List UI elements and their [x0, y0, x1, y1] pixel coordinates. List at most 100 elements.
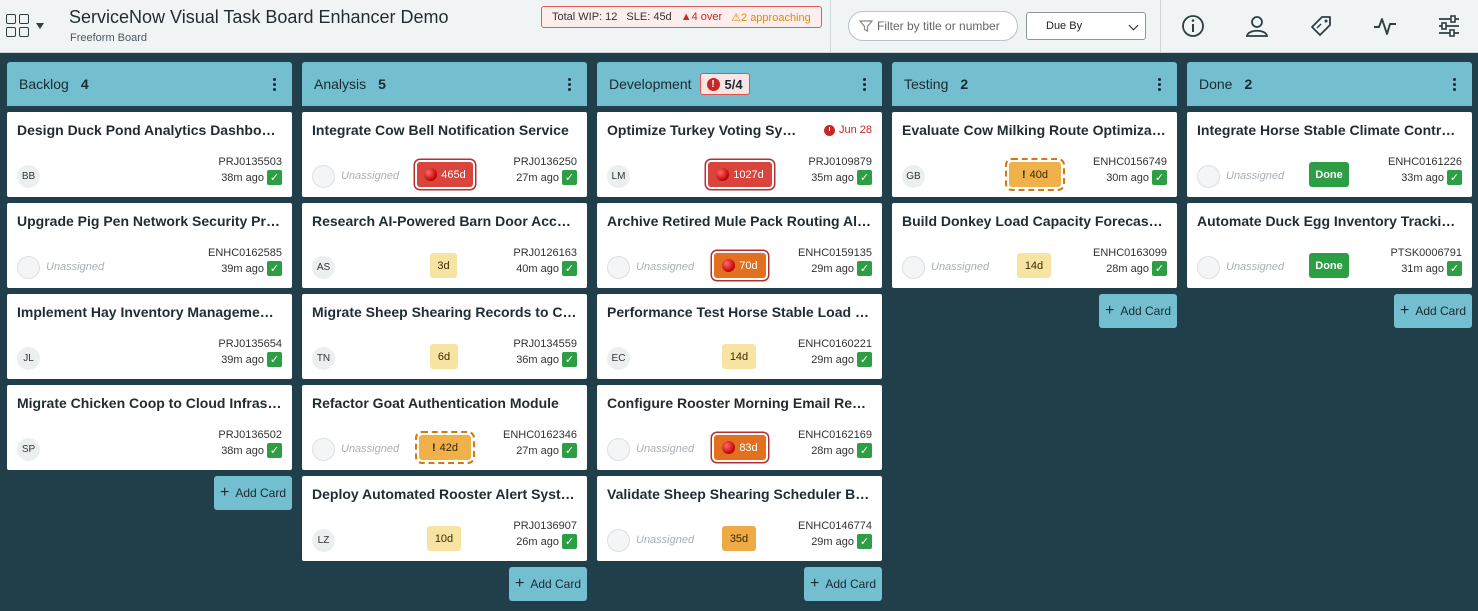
card-title: Research AI-Powered Barn Door Access Con… [312, 213, 577, 229]
card-age: 29m ago ✓ [811, 261, 872, 276]
column-title: Done [1199, 76, 1233, 92]
user-icon[interactable] [1244, 13, 1270, 39]
avatar[interactable]: GB [902, 165, 925, 188]
column-title: Backlog [19, 76, 69, 92]
add-card-button[interactable]: + Add Card [1099, 294, 1177, 328]
add-card-label: Add Card [1415, 304, 1467, 318]
card-age: 40m ago ✓ [516, 261, 577, 276]
avatar[interactable]: SP [17, 438, 40, 461]
avatar-empty[interactable] [607, 256, 630, 279]
avatar-empty[interactable] [607, 529, 630, 552]
kebab-menu-icon[interactable] [273, 77, 276, 91]
column-count: 2 [960, 76, 969, 92]
tag-icon[interactable] [1308, 13, 1334, 39]
avatar-empty[interactable] [607, 438, 630, 461]
add-card-button[interactable]: + Add Card [509, 567, 587, 601]
caret-down-icon [36, 23, 44, 29]
task-card[interactable]: Automate Duck Egg Inventory Tracking Ser… [1187, 203, 1472, 288]
avatar[interactable]: LM [607, 165, 630, 188]
card-age: 27m ago ✓ [516, 443, 577, 458]
avatar[interactable]: BB [17, 165, 40, 188]
card-age-text: 40m ago [516, 262, 559, 275]
assignee-label: Unassigned [1226, 170, 1285, 182]
task-card[interactable]: Upgrade Pig Pen Network Security Protoco… [7, 203, 292, 288]
card-number: ENHC0163099 [1093, 247, 1167, 259]
column-header: Backlog 4 [7, 62, 292, 106]
clock-icon [823, 124, 835, 136]
card-age: 30m ago ✓ [1106, 170, 1167, 185]
avatar[interactable]: JL [17, 347, 40, 370]
avatar[interactable]: LZ [312, 529, 335, 552]
column-count: 4 [80, 76, 89, 92]
age-badge: ! 40d [1005, 158, 1065, 191]
approaching-count: ⚠2 approaching [731, 11, 811, 24]
kebab-menu-icon[interactable] [863, 77, 866, 91]
avatar-empty[interactable] [1197, 165, 1220, 188]
alert-icon: ! [706, 77, 720, 91]
task-card[interactable]: Deploy Automated Rooster Alert System LZ… [302, 476, 587, 561]
kebab-menu-icon[interactable] [1158, 77, 1161, 91]
task-card[interactable]: Implement Hay Inventory Management Syste… [7, 294, 292, 379]
card-number: PRJ0135503 [218, 156, 282, 168]
card-age-text: 39m ago [221, 353, 264, 366]
task-card[interactable]: Validate Sheep Shearing Scheduler Busine… [597, 476, 882, 561]
card-title: Design Duck Pond Analytics Dashboard [17, 122, 282, 138]
filter-input[interactable]: Filter by title or number [848, 11, 1018, 41]
task-card[interactable]: Configure Rooster Morning Email Reports … [597, 385, 882, 470]
task-card[interactable]: Build Donkey Load Capacity Forecasting M… [892, 203, 1177, 288]
app-switcher-button[interactable] [6, 12, 50, 40]
task-card[interactable]: Migrate Sheep Shearing Records to Cloud … [302, 294, 587, 379]
task-card[interactable]: Integrate Cow Bell Notification Service … [302, 112, 587, 197]
task-card[interactable]: Migrate Chicken Coop to Cloud Infrastruc… [7, 385, 292, 470]
add-card-button[interactable]: + Add Card [804, 567, 882, 601]
sle-value: SLE: 45d [626, 11, 672, 23]
add-card-button[interactable]: + Add Card [214, 476, 292, 510]
task-card[interactable]: Optimize Turkey Voting System Performanc… [597, 112, 882, 197]
task-card[interactable]: Archive Retired Mule Pack Routing Algori… [597, 203, 882, 288]
kebab-menu-icon[interactable] [568, 77, 571, 91]
chevron-down-icon [1128, 20, 1139, 31]
card-age-text: 30m ago [1106, 171, 1149, 184]
activity-icon[interactable] [1372, 13, 1398, 39]
age-badge: 14d [1017, 253, 1051, 278]
kebab-menu-icon[interactable] [1453, 77, 1456, 91]
avatar-empty[interactable] [1197, 256, 1220, 279]
avatar[interactable]: EC [607, 347, 630, 370]
card-age: 35m ago ✓ [811, 170, 872, 185]
card-age-text: 27m ago [516, 171, 559, 184]
check-icon: ✓ [857, 261, 872, 276]
task-card[interactable]: Performance Test Horse Stable Load Balan… [597, 294, 882, 379]
column-development: Development ! 5/4 Optimize Turkey Voting… [597, 62, 882, 601]
alert-dot-icon [424, 168, 438, 181]
board-title: ServiceNow Visual Task Board Enhancer De… [69, 7, 449, 27]
task-card[interactable]: Design Duck Pond Analytics Dashboard BB … [7, 112, 292, 197]
assignee-label: Unassigned [636, 261, 695, 273]
column-header: Development ! 5/4 [597, 62, 882, 106]
task-card[interactable]: Refactor Goat Authentication Module Unas… [302, 385, 587, 470]
age-badge: 35d [722, 526, 756, 551]
avatar-empty[interactable] [312, 438, 335, 461]
info-icon[interactable] [1180, 13, 1206, 39]
task-card[interactable]: Research AI-Powered Barn Door Access Con… [302, 203, 587, 288]
card-number: ENHC0159135 [798, 247, 872, 259]
task-card[interactable]: Evaluate Cow Milking Route Optimization … [892, 112, 1177, 197]
task-card[interactable]: Integrate Horse Stable Climate Control S… [1187, 112, 1472, 197]
add-card-button[interactable]: + Add Card [1394, 294, 1472, 328]
warning-icon: ! [1021, 168, 1026, 181]
assignee-label: Unassigned [636, 534, 695, 546]
card-age: 39m ago ✓ [221, 261, 282, 276]
column-title: Testing [904, 76, 949, 92]
avatar-empty[interactable] [17, 256, 40, 279]
sort-select[interactable]: Due By [1026, 12, 1146, 40]
card-age: 33m ago ✓ [1401, 170, 1462, 185]
card-title: Evaluate Cow Milking Route Optimization [902, 122, 1167, 138]
avatar-empty[interactable] [902, 256, 925, 279]
over-count: ▲4 over [680, 11, 723, 23]
avatar-empty[interactable] [312, 165, 335, 188]
card-number: PRJ0109879 [808, 156, 872, 168]
card-number: PRJ0136502 [218, 429, 282, 441]
settings-sliders-icon[interactable] [1436, 13, 1462, 39]
board-subtitle: Freeform Board [70, 32, 148, 44]
avatar[interactable]: AS [312, 256, 335, 279]
avatar[interactable]: TN [312, 347, 335, 370]
